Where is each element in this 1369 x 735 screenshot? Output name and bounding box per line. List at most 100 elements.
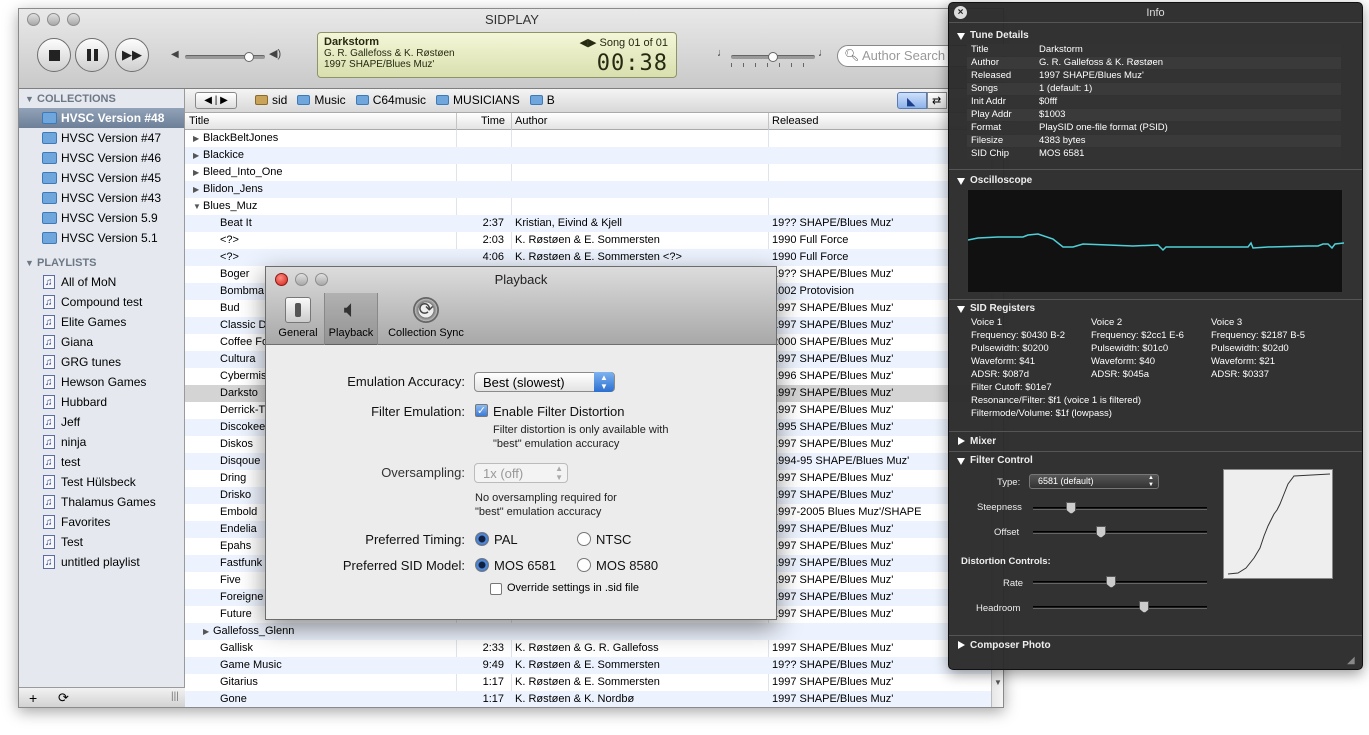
panel-resize-grip-icon[interactable]: ◢ — [1347, 655, 1355, 666]
sidebar-item-playlist[interactable]: All of MoN — [19, 272, 184, 293]
fast-forward-button[interactable]: ▶▶ — [115, 38, 149, 72]
disclosure-open-icon[interactable]: ▼ — [25, 90, 34, 108]
headroom-knob[interactable] — [1139, 601, 1150, 613]
offset-slider[interactable] — [1033, 526, 1207, 538]
table-row[interactable]: Gallisk 2:33 K. Røstøen & G. R. Gallefoss 1… — [185, 640, 997, 657]
filter-distortion-checkbox[interactable]: ✓ — [475, 404, 488, 417]
table-row[interactable]: Game Music 9:49 K. Røstøen & E. Sommersten… — [185, 657, 997, 674]
disclosure-open-icon[interactable] — [957, 458, 965, 465]
table-row[interactable]: Gone 1:17 K. Røstøen & K. Nordbø 1997 SHAPE… — [185, 691, 997, 707]
model-6581-radio[interactable] — [475, 558, 489, 572]
disclosure-closed-icon[interactable]: ▶ — [193, 181, 199, 198]
sidebar-item-collection[interactable]: HVSC Version 5.9 — [19, 208, 184, 228]
sidebar-item-collection[interactable]: HVSC Version #46 — [19, 148, 184, 168]
table-row[interactable]: ▶ BlackBeltJones — [185, 130, 997, 147]
disclosure-closed-icon[interactable]: ▶ — [193, 147, 199, 164]
table-row[interactable]: ▶ Blidon_Jens — [185, 181, 997, 198]
stop-button[interactable] — [37, 38, 71, 72]
timing-pal-label[interactable]: PAL — [494, 532, 518, 547]
table-row[interactable]: ▶ Bleed_Into_One — [185, 164, 997, 181]
history-nav[interactable]: ◀ | ▶ — [195, 92, 237, 109]
scroll-down-icon[interactable]: ▼ — [994, 678, 1002, 687]
collections-header[interactable]: ▼ COLLECTIONS — [19, 90, 184, 108]
timing-pal-radio[interactable] — [475, 532, 489, 546]
column-author[interactable]: Author — [515, 115, 547, 127]
disclosure-open-icon[interactable] — [957, 178, 965, 185]
table-row[interactable]: Beat It 2:37 Kristian, Eivind & Kjell 19?? … — [185, 215, 997, 232]
column-released[interactable]: Released — [772, 115, 818, 127]
back-icon[interactable]: ◀ — [204, 95, 212, 106]
tab-general[interactable]: General — [276, 293, 320, 343]
sidebar-item-playlist[interactable]: Elite Games — [19, 312, 184, 333]
oversampling-select[interactable]: 1x (off) ▲ ▼ — [474, 463, 568, 483]
resize-handle-icon[interactable]: ||| — [171, 691, 179, 702]
view-toggle-left[interactable]: ◣ — [897, 92, 927, 109]
sidebar-item-collection[interactable]: HVSC Version #45 — [19, 168, 184, 188]
speed-slider-knob[interactable] — [768, 52, 778, 62]
table-row[interactable]: ▶ Blackice — [185, 147, 997, 164]
sidebar-item-playlist[interactable]: Test — [19, 532, 184, 553]
steepness-knob[interactable] — [1066, 502, 1077, 514]
model-6581-label[interactable]: MOS 6581 — [494, 558, 556, 573]
override-settings-label[interactable]: Override settings in .sid file — [507, 582, 639, 594]
breadcrumb-item[interactable]: Music — [297, 93, 346, 107]
breadcrumb-item[interactable]: B — [529, 93, 555, 107]
sidebar-item-playlist[interactable]: Hewson Games — [19, 372, 184, 393]
repeat-toggle[interactable]: ⇄ — [927, 92, 947, 109]
disclosure-open-icon[interactable] — [957, 33, 965, 40]
breadcrumb-item[interactable]: MUSICIANS — [436, 93, 520, 107]
pause-button[interactable] — [75, 38, 109, 72]
column-time[interactable]: Time — [481, 115, 505, 127]
sidebar-item-collection[interactable]: HVSC Version 5.1 — [19, 228, 184, 248]
sidebar-item-playlist[interactable]: GRG tunes — [19, 352, 184, 373]
volume-slider-knob[interactable] — [244, 52, 254, 62]
override-settings-checkbox[interactable] — [490, 583, 502, 595]
sync-button[interactable]: ⟳ — [58, 690, 69, 706]
timing-ntsc-radio[interactable] — [577, 532, 591, 546]
sidebar-item-playlist[interactable]: Thalamus Games — [19, 492, 184, 513]
disclosure-closed-icon[interactable] — [958, 641, 965, 649]
emulation-accuracy-select[interactable]: Best (slowest) ▲ ▼ — [474, 372, 615, 392]
timing-ntsc-label[interactable]: NTSC — [596, 532, 631, 547]
filter-type-select[interactable]: 6581 (default) ▲ ▼ — [1029, 474, 1159, 489]
disclosure-open-icon[interactable] — [957, 306, 965, 313]
breadcrumb-item[interactable]: C64music — [355, 93, 426, 107]
tab-collection-sync[interactable]: ⟳ Collection Sync — [382, 293, 470, 343]
rate-slider[interactable] — [1033, 576, 1207, 588]
model-8580-radio[interactable] — [577, 558, 591, 572]
disclosure-open-icon[interactable]: ▼ — [25, 254, 34, 272]
forward-icon[interactable]: ▶ — [220, 95, 228, 106]
sidebar-item-playlist[interactable]: Compound test — [19, 292, 184, 313]
table-row[interactable]: ▼ Blues_Muz — [185, 198, 997, 215]
table-row[interactable]: <?> 4:06 K. Røstøen & E. Sommersten <?> 199… — [185, 249, 997, 266]
disclosure-open-icon[interactable]: ▼ — [193, 198, 201, 215]
sidebar-item-playlist[interactable]: untitled playlist — [19, 552, 184, 573]
add-playlist-button[interactable]: + — [29, 690, 37, 706]
table-row[interactable]: ▶ Gallefoss_Glenn — [185, 623, 997, 640]
disclosure-closed-icon[interactable] — [958, 437, 965, 445]
song-selector[interactable]: ◀▶ Song 01 of 01 — [580, 36, 669, 49]
model-8580-label[interactable]: MOS 8580 — [596, 558, 658, 573]
breadcrumb-item[interactable]: sid — [255, 93, 287, 107]
sidebar-item-playlist[interactable]: Giana — [19, 332, 184, 353]
sidebar-item-playlist[interactable]: Favorites — [19, 512, 184, 533]
sidebar-item-collection[interactable]: HVSC Version #48 — [19, 108, 184, 128]
playlists-header[interactable]: ▼ PLAYLISTS — [19, 254, 184, 272]
disclosure-closed-icon[interactable]: ▶ — [193, 130, 199, 147]
sidebar-item-playlist[interactable]: Test Hülsbeck — [19, 472, 184, 493]
table-row[interactable]: Gitarius 1:17 K. Røstøen & E. Sommersten 19… — [185, 674, 997, 691]
song-prev-next-icon[interactable]: ◀▶ — [580, 37, 597, 49]
offset-knob[interactable] — [1095, 526, 1106, 538]
sidebar-item-playlist[interactable]: test — [19, 452, 184, 473]
sidebar-item-playlist[interactable]: Jeff — [19, 412, 184, 433]
steepness-slider[interactable] — [1033, 502, 1207, 514]
filter-distortion-label[interactable]: Enable Filter Distortion — [493, 404, 625, 419]
rate-knob[interactable] — [1106, 576, 1117, 588]
volume-slider[interactable] — [185, 52, 265, 62]
disclosure-closed-icon[interactable]: ▶ — [203, 623, 209, 640]
sidebar-item-playlist[interactable]: ninja — [19, 432, 184, 453]
headroom-slider[interactable] — [1033, 601, 1207, 613]
sidebar-item-collection[interactable]: HVSC Version #43 — [19, 188, 184, 208]
disclosure-closed-icon[interactable]: ▶ — [193, 164, 199, 181]
speed-slider[interactable] — [731, 52, 815, 62]
